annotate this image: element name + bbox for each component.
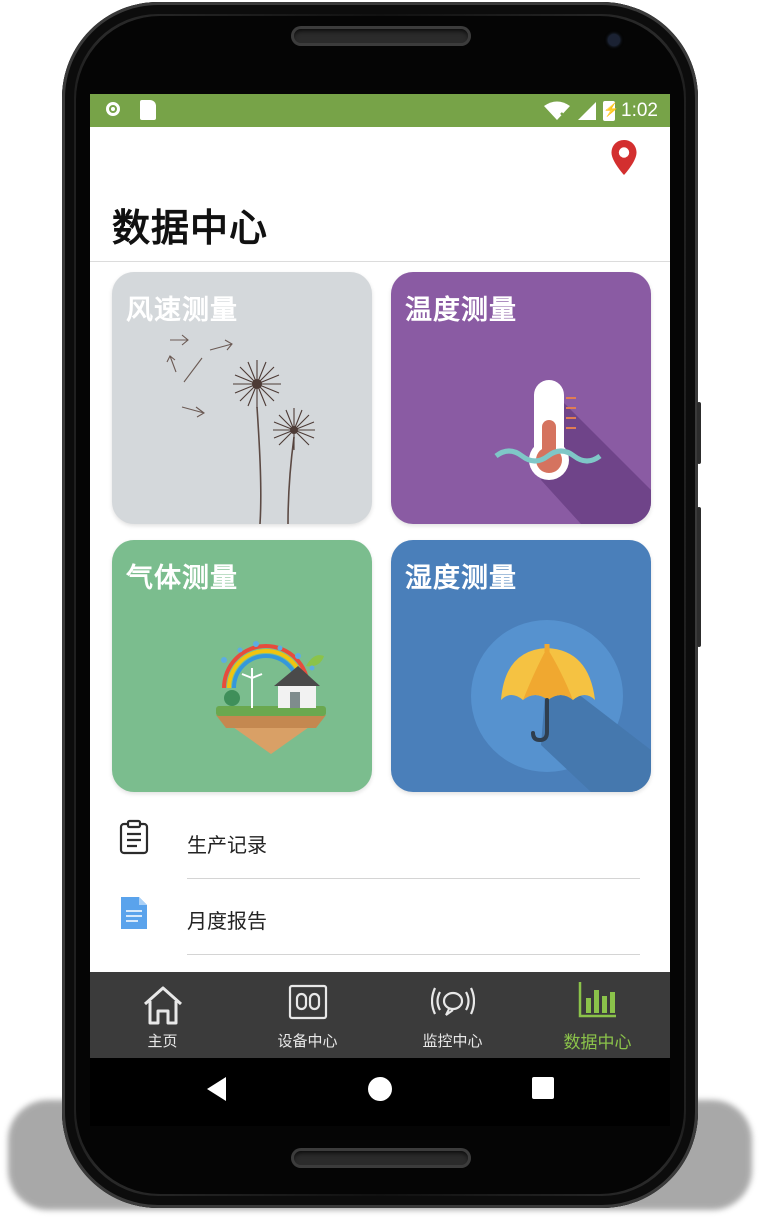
bottom-speaker (291, 1148, 471, 1168)
home-button-icon[interactable] (367, 1076, 393, 1102)
location-pin-icon[interactable] (610, 139, 638, 177)
card-humidity[interactable]: 湿度测量 (391, 540, 651, 792)
battery-icon (603, 100, 619, 121)
page-title: 数据中心 (112, 206, 269, 250)
app-screen: 1:02 数据中心 (90, 94, 670, 1126)
device-icon (288, 984, 327, 1020)
cell-signal-icon (578, 101, 597, 120)
nav-home[interactable]: 主页 (90, 972, 235, 1058)
card-title: 温度测量 (405, 295, 517, 326)
home-icon (143, 986, 182, 1025)
status-bar: 1:02 (90, 94, 670, 127)
list-item-production-record[interactable]: 生产记录 (90, 803, 670, 879)
status-time: 1:02 (621, 99, 658, 121)
card-gas[interactable]: 气体测量 (112, 540, 372, 792)
system-navigation-bar (90, 1058, 670, 1126)
header-divider (90, 261, 670, 262)
top-speaker (291, 26, 471, 46)
list-item-label: 生产记录 (187, 833, 267, 857)
card-temperature[interactable]: 温度测量 (391, 272, 651, 524)
card-title: 湿度测量 (405, 563, 517, 594)
nav-label: 数据中心 (563, 1033, 632, 1053)
nav-label: 监控中心 (422, 1032, 483, 1050)
document-icon (121, 897, 147, 929)
card-wind-speed[interactable]: 风速测量 (112, 272, 372, 524)
power-button (697, 507, 701, 647)
sd-card-icon (140, 100, 156, 120)
app-header: 数据中心 (90, 127, 670, 262)
recent-apps-icon[interactable] (532, 1077, 554, 1099)
nav-label: 主页 (147, 1032, 178, 1050)
wifi-icon (544, 101, 571, 121)
nav-monitor-center[interactable]: 监控中心 (380, 972, 525, 1058)
front-camera (608, 34, 620, 46)
nav-device-center[interactable]: 设备中心 (235, 972, 380, 1058)
monitor-broadcast-icon (430, 987, 475, 1016)
list-item-label: 月度报告 (187, 909, 267, 933)
volume-button (697, 402, 701, 464)
nav-data-center[interactable]: 数据中心 (525, 972, 670, 1058)
status-bar-right: 1:02 (543, 98, 658, 123)
bottom-navigation: 主页 设备中心 监控中心 数据中心 (90, 972, 670, 1058)
bar-chart-icon (578, 982, 616, 1018)
clipboard-icon (119, 819, 149, 855)
list-divider (187, 954, 640, 955)
card-title: 气体测量 (126, 563, 238, 594)
back-icon[interactable] (206, 1076, 228, 1102)
nav-label: 设备中心 (277, 1032, 338, 1050)
notification-circle-icon (106, 102, 120, 116)
list-item-monthly-report[interactable]: 月度报告 (90, 879, 670, 955)
card-title: 风速测量 (126, 295, 238, 326)
